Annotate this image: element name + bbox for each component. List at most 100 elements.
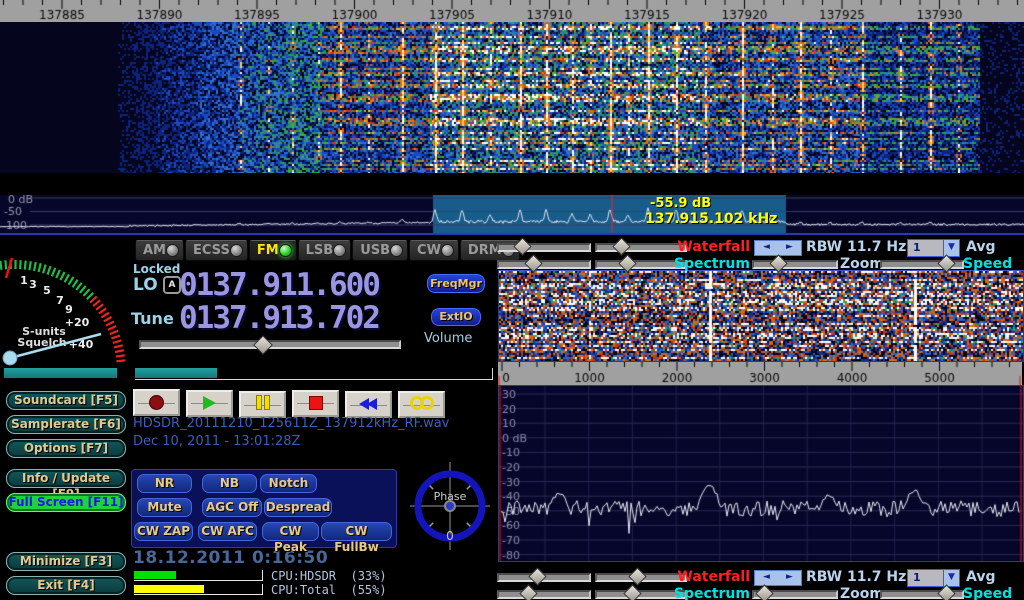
dsp-button-despread[interactable]: Despread [264, 498, 332, 517]
mode-label: ECSS [193, 243, 230, 258]
mode-button-lsb[interactable]: LSB [298, 240, 352, 261]
scroll-right-arrow-icon[interactable]: ► [778, 241, 801, 255]
spectrum-gain-slider-top[interactable] [497, 260, 591, 269]
dsp-button-nr[interactable]: NR [137, 474, 192, 493]
zoom-label-bottom: Zoom [840, 586, 884, 600]
avg-label-bottom: Avg [966, 569, 995, 585]
squelch-level-bar[interactable] [4, 368, 117, 378]
smeter-scale-3: 3 [29, 278, 37, 291]
mode-led [333, 244, 346, 257]
mode-led [390, 244, 403, 257]
avg-select-bottom[interactable]: 1▼ [907, 569, 960, 587]
scroll-left-arrow-icon[interactable]: ◄ [755, 571, 778, 585]
rewind-button[interactable] [345, 391, 392, 418]
pause-icon [255, 395, 271, 414]
spectrum-label-top: Spectrum [664, 256, 750, 272]
locked-label: Locked [133, 262, 180, 276]
menu-button-full[interactable]: Full Screen [F11] [6, 493, 126, 512]
smeter-scale-1: 1 [20, 274, 28, 287]
dsp-button-nb[interactable]: NB [202, 474, 257, 493]
playback-progress-fill [135, 368, 217, 378]
smeter-scale-9: 9 [65, 303, 73, 316]
rbw-label-top: RBW 11.7 Hz [806, 239, 906, 255]
s-meter-gauge[interactable]: 13579+20+40 S-units Squelch [0, 238, 126, 368]
rf-spectrum[interactable] [498, 385, 1024, 562]
main-spectrum-strip: -55.9 dB 137.915.102 kHz [0, 195, 1024, 235]
phase-value: 0 [446, 529, 454, 543]
brightness-slider-bottom-thumb[interactable] [528, 567, 546, 585]
mode-led [279, 244, 292, 257]
cpu-bar-1 [134, 584, 263, 595]
menu-button-exit[interactable]: Exit [F4] [6, 576, 126, 595]
zoom-label-top: Zoom [840, 256, 884, 272]
mode-led [166, 244, 179, 257]
menu-button-options[interactable]: Options [F7] [6, 439, 126, 458]
mode-led [441, 244, 454, 257]
dsp-button-agc-off[interactable]: AGC Off [202, 498, 262, 517]
dsp-button-cw-fullbw[interactable]: CW FullBw [321, 522, 392, 541]
scroll-left-arrow-icon[interactable]: ◄ [755, 241, 778, 255]
recording-file-name: HDSDR_20111210_125611Z_137912kHz_RF.wav [133, 416, 449, 431]
mode-button-am[interactable]: AM [135, 240, 184, 261]
scroll-right-arrow-icon[interactable]: ► [778, 571, 801, 585]
play-button[interactable] [186, 390, 233, 417]
recording-file-date: Dec 10, 2011 - 13:01:28Z [133, 434, 300, 449]
phase-dial[interactable]: Phase 0 [410, 462, 490, 550]
dsp-button-cw-zap[interactable]: CW ZAP [134, 522, 193, 541]
phase-knob[interactable] [445, 501, 455, 511]
mode-led [230, 244, 243, 257]
lo-frequency-display[interactable]: 0137.911.600 [179, 267, 379, 303]
mode-button-cw[interactable]: CW [409, 240, 459, 261]
avg-select-top[interactable]: 1▼ [907, 239, 960, 257]
mode-button-usb[interactable]: USB [352, 240, 408, 261]
rewind-icon [361, 395, 377, 414]
volume-label: Volume [424, 331, 472, 346]
cursor-db-readout: -55.9 dB [650, 196, 711, 211]
record-button[interactable] [133, 389, 180, 416]
spectrum-gain-slider-bottom[interactable] [497, 590, 591, 599]
rf-waterfall[interactable] [498, 270, 1024, 362]
dsp-button-cw-peak[interactable]: CW Peak [262, 522, 319, 541]
zoom-slider-top[interactable] [752, 260, 838, 269]
mode-label: LSB [306, 243, 334, 258]
playback-progress[interactable] [135, 368, 493, 380]
contrast-slider-top-thumb[interactable] [612, 237, 630, 255]
stop-button[interactable] [292, 390, 339, 417]
main-waterfall[interactable] [0, 0, 1024, 173]
mode-selector: AMECSSFMLSBUSBCWDRM [135, 240, 494, 261]
mode-button-ecss[interactable]: ECSS [185, 240, 248, 261]
menu-button-info[interactable]: Info / Update [F9] [6, 469, 126, 488]
main-frequency-scale[interactable] [0, 0, 1024, 22]
dsp-button-cw-afc[interactable]: CW AFC [198, 522, 257, 541]
play-icon [203, 396, 216, 410]
menu-button-minimize[interactable]: Minimize [F3] [6, 552, 126, 571]
dsp-button-mute[interactable]: Mute [137, 498, 192, 517]
mode-button-fm[interactable]: FM [249, 240, 297, 261]
brightness-slider-top[interactable] [497, 243, 591, 252]
volume-slider-thumb[interactable] [253, 335, 273, 355]
loop-icon [410, 395, 434, 414]
spectrum-label-bottom: Spectrum [664, 586, 750, 600]
menu-button-samplerate[interactable]: Samplerate [F6] [6, 415, 126, 434]
waterfall-label-bottom: Waterfall [664, 569, 750, 585]
cpu-bar-0 [134, 570, 263, 581]
waterfall-label-top: Waterfall [664, 239, 750, 255]
avg-select-value: 1 [908, 240, 943, 256]
rf-frequency-scale[interactable] [498, 362, 1022, 385]
waterfall-shift-scrollbar-bottom[interactable]: ◄► [754, 570, 802, 586]
freqmgr-button[interactable]: FreqMgr [427, 274, 485, 293]
dsp-button-notch[interactable]: Notch [260, 474, 317, 493]
mode-label: USB [360, 243, 390, 258]
record-icon [149, 395, 164, 410]
pause-button[interactable] [239, 391, 286, 418]
mode-label: CW [417, 243, 441, 258]
contrast-slider-bottom-thumb[interactable] [628, 567, 646, 585]
main-spectrum[interactable] [0, 195, 1024, 233]
extio-button[interactable]: ExtIO [431, 308, 481, 326]
tune-frequency-display[interactable]: 0137.913.702 [179, 300, 379, 336]
squelch-label: Squelch [17, 336, 66, 349]
menu-button-soundcard[interactable]: Soundcard [F5] [6, 391, 126, 410]
loop-button[interactable] [398, 391, 445, 418]
smeter-scale-5: 5 [43, 284, 51, 297]
mode-label: AM [143, 243, 166, 258]
